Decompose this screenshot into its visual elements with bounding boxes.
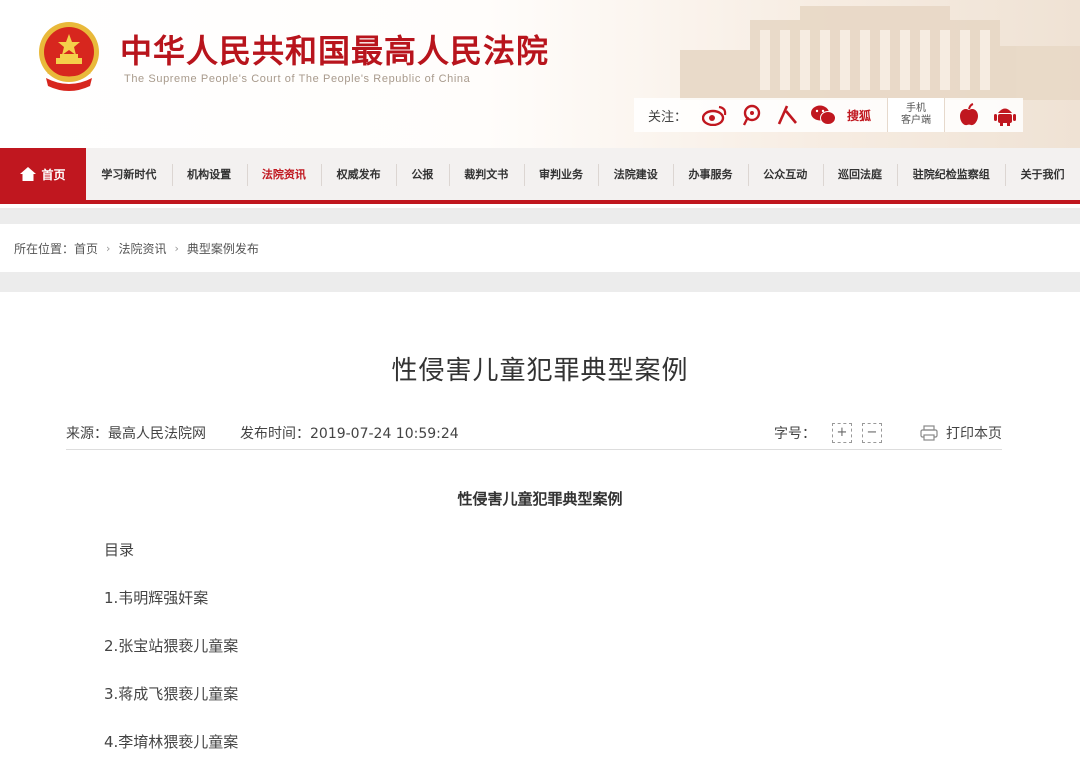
court-building-image: [680, 6, 1080, 100]
print-label: 打印本页: [946, 425, 1002, 442]
nav-home-label: 首页: [41, 167, 66, 182]
breadcrumb-court-news[interactable]: 法院资讯: [118, 240, 166, 257]
apple-icon[interactable]: [951, 100, 987, 130]
article-source: 来源：最高人民法院网: [66, 425, 206, 442]
nav-item[interactable]: 法院资讯: [246, 148, 322, 200]
sohu-link[interactable]: 搜狐: [841, 107, 877, 124]
toc-item: 2.张宝站猥亵儿童案: [104, 637, 239, 655]
toc-heading: 目录: [104, 541, 135, 559]
mobile-label-line1: 手机: [906, 103, 927, 114]
article-tools: 字号： + − 打印本页: [774, 422, 1002, 443]
nav-item[interactable]: 裁判文书: [448, 148, 524, 200]
toc-item: 1.韦明辉强奸案: [104, 589, 209, 607]
nav-item[interactable]: 公报: [396, 148, 449, 200]
android-icon[interactable]: [987, 100, 1023, 130]
article-toc: 目录 1.韦明辉强奸案 2.张宝站猥亵儿童案 3.蒋成飞猥亵儿童案 4.李堉林猥…: [104, 540, 238, 761]
nav-item[interactable]: 巡回法庭: [822, 148, 898, 200]
nav-bottom-band: [0, 208, 1080, 224]
breadcrumb-chevron-icon: ›: [106, 241, 111, 255]
nav-item[interactable]: 驻院纪检监察组: [897, 148, 1005, 200]
article-subtitle: 性侵害儿童犯罪典型案例: [457, 490, 623, 508]
site-header: 中华人民共和国最高人民法院 The Supreme People's Court…: [0, 0, 1080, 148]
breadcrumb-home[interactable]: 首页: [74, 240, 98, 257]
nav-item[interactable]: 学习新时代: [86, 148, 172, 200]
mobile-client-button[interactable]: 手机 客户端: [887, 98, 946, 132]
breadcrumb-bottom-band: [0, 272, 1080, 292]
article-title: 性侵害儿童犯罪典型案例: [391, 356, 689, 386]
follow-label: 关注：: [648, 109, 688, 125]
toc-item: 3.蒋成飞猥亵儿童案: [104, 685, 239, 703]
tencent-weibo-icon[interactable]: [733, 100, 769, 130]
site-subtitle: The Supreme People's Court of The People…: [124, 73, 471, 85]
breadcrumb: 所在位置： 首页 › 法院资讯 › 典型案例发布: [0, 224, 1080, 272]
nav-item[interactable]: 机构设置: [171, 148, 247, 200]
main-navigation: 首页 学习新时代 机构设置 法院资讯 权威发布 公报 裁判文书 审判业务 法院建设 办事服务 公众…: [0, 148, 1080, 204]
national-emblem-logo: [39, 22, 99, 91]
article-publish-time: 发布时间：2019-07-24 10:59:24: [240, 425, 459, 442]
toc-item: 4.李堉林猥亵儿童案: [104, 733, 239, 751]
font-increase-button[interactable]: +: [832, 422, 852, 443]
breadcrumb-prefix: 所在位置：: [14, 241, 75, 256]
nav-home[interactable]: 首页: [0, 148, 86, 200]
home-icon: [20, 167, 37, 181]
print-button[interactable]: 打印本页: [920, 423, 1002, 443]
nav-item[interactable]: 法院建设: [598, 148, 673, 200]
nav-item[interactable]: 办事服务: [673, 148, 748, 200]
social-follow-bar: 关注： 搜狐 手机 客户端: [634, 98, 1024, 132]
nav-item[interactable]: 公众互动: [747, 148, 823, 200]
site-title[interactable]: 中华人民共和国最高人民法院: [120, 26, 549, 72]
weibo-icon[interactable]: [697, 100, 733, 130]
nav-item[interactable]: 权威发布: [321, 148, 396, 200]
article-meta: 来源：最高人民法院网 发布时间：2019-07-24 10:59:24 字号： …: [66, 416, 1002, 450]
mobile-label-line2: 客户端: [901, 115, 932, 126]
nav-item[interactable]: 关于我们: [1005, 148, 1080, 200]
breadcrumb-chevron-icon: ›: [174, 241, 179, 255]
font-decrease-button[interactable]: −: [862, 422, 882, 443]
printer-icon: [920, 424, 938, 441]
renmin-icon[interactable]: [769, 100, 805, 130]
breadcrumb-typical-cases[interactable]: 典型案例发布: [187, 240, 259, 257]
font-size-label: 字号：: [774, 425, 816, 442]
wechat-icon[interactable]: [805, 100, 841, 130]
nav-item[interactable]: 审判业务: [523, 148, 599, 200]
nav-items: 学习新时代 机构设置 法院资讯 权威发布 公报 裁判文书 审判业务 法院建设 办事服务 公众互动巡…: [86, 148, 1080, 200]
